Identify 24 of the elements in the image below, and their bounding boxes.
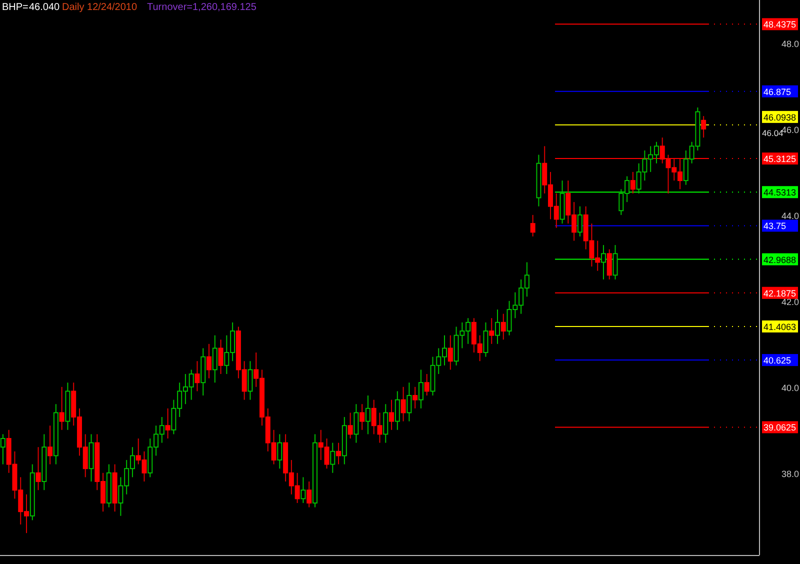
price-level-label: 42.1875	[762, 286, 798, 299]
price-level-label: 45.3125	[762, 152, 798, 165]
ref-line-label: 46.875	[764, 86, 792, 97]
last-price: 46.040	[29, 2, 60, 13]
price-level-label: 44.5313	[762, 186, 798, 198]
axis-tick-label: 42.0	[781, 296, 799, 307]
price-level-label: 41.4063	[762, 320, 798, 332]
price-level-label: 40.625	[762, 354, 798, 366]
turnover-value: Turnover=1,260,169.125	[147, 2, 256, 13]
axis-tick-label: 38.0	[781, 468, 799, 479]
axis-tick-label: 48.0	[781, 39, 799, 49]
price-level-label: 48.4375	[762, 18, 798, 30]
last-price-label: 46.04	[762, 128, 784, 138]
ref-line-label: 43.75	[764, 221, 786, 232]
axis-tick-label: 40.0	[781, 382, 799, 393]
price-level-label: 39.0625	[762, 421, 798, 434]
ref-line-label: 40.625	[764, 356, 792, 366]
price-level-label: 42.9688	[762, 253, 798, 266]
price-level-label: 46.0938	[762, 110, 798, 123]
symbol-label: BHP=	[2, 2, 28, 13]
period-date: Daily 12/24/2010	[62, 2, 138, 13]
axis-tick-label: 44.0	[781, 210, 799, 221]
price-level-label: 43.75	[762, 220, 798, 232]
price-level-label: 46.875	[762, 85, 798, 98]
